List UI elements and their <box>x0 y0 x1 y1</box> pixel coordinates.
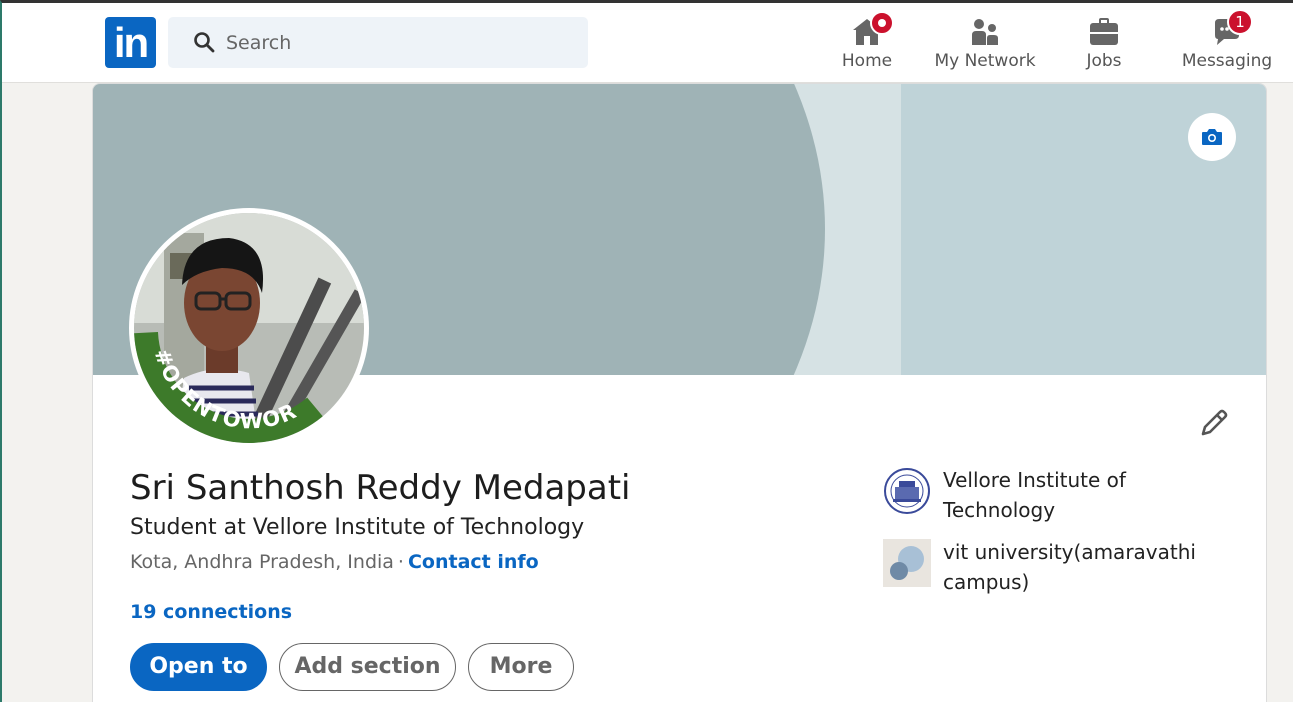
home-notification-dot <box>870 11 894 35</box>
nav-my-network[interactable]: My Network <box>934 11 1036 79</box>
education-item[interactable]: Vellore Institute of Technology <box>883 467 1203 527</box>
profile-location: Kota, Andhra Pradesh, India <box>130 551 394 573</box>
search-icon <box>194 32 215 53</box>
avatar-illustration: #OPENTOWORK <box>134 213 364 443</box>
top-navigation: in Home My Network Job <box>2 3 1293 83</box>
contact-info-link[interactable]: Contact info <box>408 551 539 573</box>
nav-jobs[interactable]: Jobs <box>1072 11 1136 79</box>
briefcase-icon <box>1090 18 1118 45</box>
pencil-icon <box>1201 409 1228 436</box>
profile-photo-image: #OPENTOWORK <box>134 213 364 443</box>
education-item[interactable]: vit university(amaravathi campus) <box>883 539 1203 599</box>
search-input[interactable] <box>226 17 576 68</box>
vit-seal-logo <box>884 468 930 514</box>
nav-messaging[interactable]: 1 Messaging <box>1180 9 1274 79</box>
nav-jobs-label: Jobs <box>1086 51 1122 71</box>
camera-icon <box>1202 129 1222 145</box>
separator-dot: · <box>397 551 404 573</box>
more-button[interactable]: More <box>468 643 574 691</box>
open-to-button[interactable]: Open to <box>130 643 267 691</box>
nav-home[interactable]: Home <box>832 11 902 79</box>
location-line: Kota, Andhra Pradesh, India · Contact info <box>130 551 539 573</box>
profile-headline: Student at Vellore Institute of Technolo… <box>130 515 585 540</box>
profile-card: #OPENTOWORK Sri Santhosh Reddy Medapati … <box>92 83 1267 702</box>
add-section-button[interactable]: Add section <box>279 643 456 691</box>
edit-banner-button[interactable] <box>1188 113 1236 161</box>
profile-photo[interactable]: #OPENTOWORK <box>129 208 369 448</box>
nav-my-network-label: My Network <box>934 51 1036 71</box>
education-name: Vellore Institute of Technology <box>943 468 1126 522</box>
profile-name: Sri Santhosh Reddy Medapati <box>130 468 631 508</box>
messaging-badge: 1 <box>1227 9 1253 35</box>
network-icon <box>972 19 998 45</box>
nav-home-label: Home <box>841 51 893 71</box>
placeholder-school-logo <box>883 539 931 587</box>
connections-link[interactable]: 19 connections <box>130 601 292 623</box>
linkedin-logo[interactable]: in <box>105 17 156 68</box>
search-box[interactable] <box>168 17 588 68</box>
nav-messaging-label: Messaging <box>1181 51 1273 71</box>
edit-intro-button[interactable] <box>1193 404 1233 444</box>
education-name: vit university(amaravathi campus) <box>943 540 1196 594</box>
